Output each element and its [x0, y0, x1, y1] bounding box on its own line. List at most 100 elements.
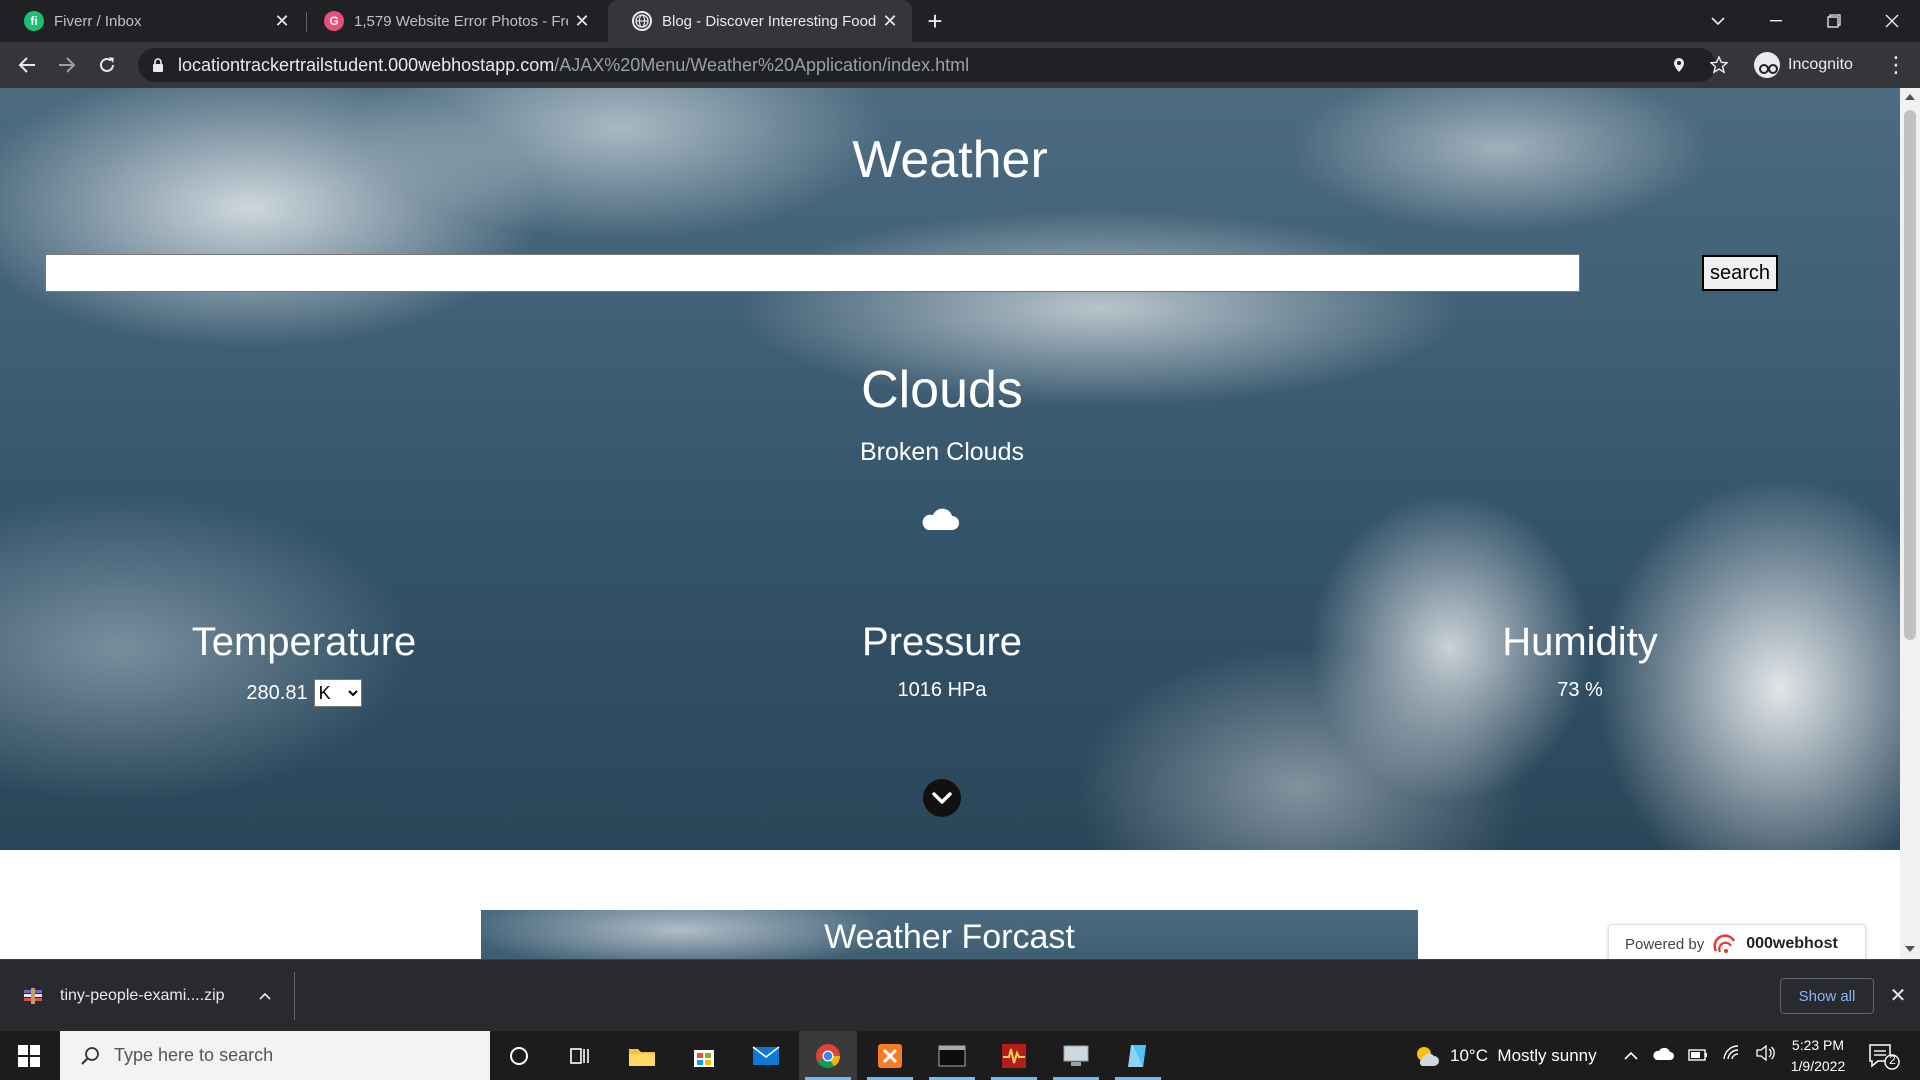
new-tab-button[interactable]: + [920, 6, 950, 36]
humidity-panel: Humidity 73 % [1380, 620, 1780, 702]
humidity-label: Humidity [1502, 620, 1658, 664]
microsoft-store-icon[interactable] [675, 1031, 733, 1080]
download-divider [294, 972, 295, 1020]
zip-file-icon [24, 988, 42, 1004]
notepad-icon[interactable] [1109, 1031, 1167, 1080]
partly-sunny-icon [1417, 1046, 1439, 1066]
globe-icon [632, 11, 652, 31]
close-download-bar-icon[interactable]: ✕ [1884, 982, 1912, 1010]
city-search-input[interactable] [45, 254, 1580, 292]
tab-title: Blog - Discover Interesting Food [662, 12, 876, 30]
scroll-down-chevron-icon[interactable] [923, 779, 961, 817]
wifi-icon[interactable] [1722, 1045, 1742, 1066]
tab-title: 1,579 Website Error Photos - Free [354, 12, 568, 30]
reload-icon[interactable] [92, 50, 122, 80]
powered-by-brand: 000webhost [1746, 935, 1838, 952]
bookmark-star-icon[interactable] [1708, 54, 1730, 76]
search-button[interactable]: search [1702, 255, 1778, 291]
tab-search-chevron-icon[interactable] [1690, 0, 1746, 42]
tray-chevron-up-icon[interactable] [1624, 1046, 1638, 1066]
task-view-icon[interactable] [551, 1031, 609, 1080]
windows-start-icon[interactable] [0, 1031, 58, 1080]
temperature-value: 280.81 [246, 681, 308, 704]
clock-time: 5:23 PM [1791, 1037, 1845, 1053]
gettyimages-favicon-icon: G [324, 11, 344, 31]
pressure-panel: Pressure 1016 HPa [742, 620, 1142, 702]
browser-toolbar: locationtrackertrailstudent.000webhostap… [0, 42, 1920, 88]
cloud-icon [922, 508, 959, 530]
download-options-chevron-icon[interactable] [258, 987, 271, 1005]
page-scrollbar[interactable] [1900, 88, 1920, 959]
close-tab-icon[interactable]: ✕ [568, 7, 596, 35]
tab-error-photos[interactable]: G 1,579 Website Error Photos - Free ✕ [300, 0, 604, 42]
activity-monitor-icon[interactable] [985, 1031, 1043, 1080]
close-window-icon[interactable] [1864, 0, 1920, 42]
download-bar: tiny-people-exami....zip Show all ✕ [0, 959, 1920, 1031]
url-text: locationtrackertrailstudent.000webhostap… [178, 55, 969, 76]
page-title: Weather [852, 131, 1048, 189]
tab-fiverr[interactable]: fi Fiverr / Inbox ✕ [0, 0, 304, 42]
mail-icon[interactable] [737, 1031, 795, 1080]
terminal-icon[interactable] [923, 1031, 981, 1080]
url-host: locationtrackertrailstudent.000webhostap… [178, 55, 555, 75]
taskbar-search-box[interactable]: Type here to search [60, 1031, 490, 1080]
windows-taskbar: Type here to search 10°C Mostly sunny 5:… [0, 1031, 1920, 1080]
location-pin-icon[interactable] [1668, 54, 1690, 76]
forecast-section: Weather Forcast [481, 910, 1418, 959]
page-viewport: Weather search Clouds Broken Clouds Temp… [0, 88, 1920, 959]
pressure-value: 1016 HPa [897, 679, 987, 701]
system-tray [1624, 1031, 1776, 1080]
show-all-downloads-button[interactable]: Show all [1780, 978, 1874, 1014]
file-explorer-icon[interactable] [613, 1031, 671, 1080]
restore-icon[interactable] [1806, 0, 1862, 42]
scroll-up-arrow-icon[interactable] [1905, 94, 1915, 100]
pressure-label: Pressure [861, 620, 1023, 664]
minimize-icon[interactable] [1748, 0, 1804, 42]
back-arrow-icon[interactable] [12, 50, 42, 80]
address-bar[interactable]: locationtrackertrailstudent.000webhostap… [138, 48, 1716, 82]
temperature-panel: Temperature 280.81 K [104, 620, 504, 707]
onedrive-cloud-icon[interactable] [1652, 1046, 1674, 1066]
scrollbar-thumb[interactable] [1904, 110, 1916, 640]
battery-icon[interactable] [1688, 1046, 1708, 1066]
cortana-icon[interactable] [490, 1031, 548, 1080]
weather-widget[interactable]: 10°C Mostly sunny [1414, 1031, 1597, 1080]
weather-widget-text: 10°C Mostly sunny [1450, 1045, 1597, 1065]
search-icon [81, 1046, 99, 1065]
condition-main: Clouds [861, 361, 1023, 419]
powered-by-badge[interactable]: Powered by 000webhost [1608, 924, 1866, 959]
tab-strip: fi Fiverr / Inbox ✕ G 1,579 Website Erro… [0, 0, 1920, 42]
chrome-taskbar-icon[interactable] [799, 1031, 857, 1080]
tab-blog-active[interactable]: Blog - Discover Interesting Food ✕ [608, 0, 912, 42]
incognito-label: Incognito [1788, 56, 1853, 73]
forward-arrow-icon[interactable] [52, 50, 82, 80]
taskbar-clock[interactable]: 5:23 PM 1/9/2022 [1778, 1035, 1858, 1077]
remote-desktop-icon[interactable] [1047, 1031, 1105, 1080]
lock-icon [153, 58, 163, 72]
temperature-label: Temperature [191, 620, 417, 664]
000webhost-logo-icon [1713, 934, 1736, 953]
scroll-down-arrow-icon[interactable] [1905, 946, 1915, 952]
tab-title: Fiverr / Inbox [54, 12, 142, 30]
humidity-value: 73 % [1557, 679, 1603, 701]
weather-hero: Weather search Clouds Broken Clouds Temp… [0, 88, 1900, 850]
temperature-unit-select[interactable]: K [313, 679, 362, 707]
clock-date: 1/9/2022 [1790, 1058, 1846, 1074]
forecast-title: Weather Forcast [824, 918, 1075, 956]
notification-count: 2 [1889, 1053, 1896, 1067]
condition-description: Broken Clouds [860, 438, 1024, 466]
xampp-icon[interactable] [861, 1031, 919, 1080]
download-filename: tiny-people-exami....zip [60, 987, 225, 1004]
close-tab-icon[interactable]: ✕ [268, 7, 296, 35]
volume-icon[interactable] [1756, 1044, 1776, 1066]
taskbar-search-placeholder: Type here to search [114, 1045, 274, 1065]
fiverr-favicon-icon: fi [24, 11, 44, 31]
incognito-icon [1754, 52, 1780, 78]
more-menu-icon[interactable]: ⋮ [1884, 50, 1908, 80]
powered-by-prefix: Powered by [1625, 935, 1705, 953]
notification-center-icon[interactable]: 2 [1864, 1041, 1904, 1071]
download-item[interactable]: tiny-people-exami....zip [24, 980, 271, 1012]
close-tab-icon[interactable]: ✕ [876, 7, 904, 35]
url-path: /AJAX%20Menu/Weather%20Application/index… [554, 55, 970, 75]
incognito-profile-button[interactable]: Incognito [1754, 49, 1853, 81]
